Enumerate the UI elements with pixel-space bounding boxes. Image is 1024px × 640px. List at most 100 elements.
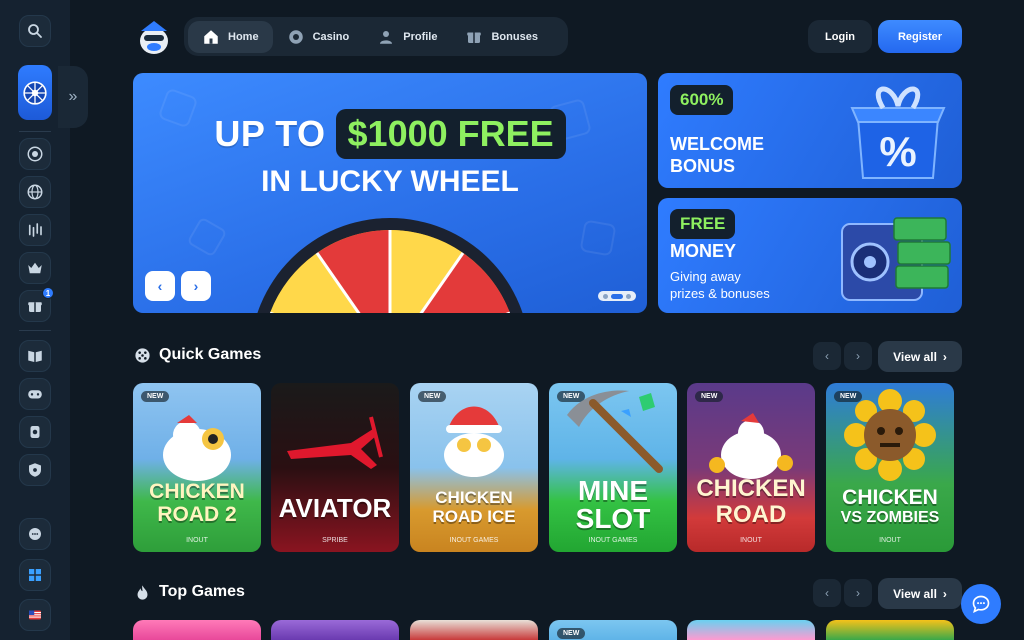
chevron-left-icon: ‹ (157, 278, 163, 294)
game-title-line: CHICKEN (149, 480, 245, 503)
safe-money-illustration (841, 217, 951, 301)
chat-bubbles-icon (29, 528, 41, 540)
tab-home[interactable]: Home (188, 20, 273, 53)
game-title-line: MINE (578, 475, 648, 506)
dice-icon (135, 347, 150, 363)
top-game-card[interactable] (410, 620, 538, 640)
game-card-aviator[interactable]: AVIATOR SPRIBE (271, 383, 399, 552)
shield-icon (29, 463, 41, 477)
hero-next-button[interactable]: › (181, 271, 211, 301)
top-game-card[interactable] (826, 620, 954, 640)
sidebar-item-bonuses[interactable]: 1 (19, 287, 54, 322)
promo-title-line: BONUS (670, 156, 736, 176)
promo-subtitle: Giving away prizes & bonuses (670, 268, 770, 302)
sidebar-item-live[interactable] (19, 176, 51, 208)
top-games-prev-button[interactable]: ‹ (813, 579, 841, 607)
top-games-view-all-button[interactable]: View all › (878, 578, 962, 609)
chip-icon (27, 146, 43, 162)
bonus-count-badge: 1 (42, 287, 54, 299)
chevron-right-icon: › (942, 586, 947, 601)
carousel-dot[interactable] (626, 293, 631, 299)
game-provider: INOUT (186, 537, 208, 544)
view-all-label: View all (893, 586, 937, 601)
pickaxe-illustration (567, 390, 663, 473)
sidebar-item-games[interactable] (19, 378, 51, 410)
lucky-wheel-button[interactable] (18, 65, 52, 120)
top-game-card[interactable]: NEW (549, 620, 677, 640)
chicken-illustration (709, 413, 793, 479)
svg-text:%: % (879, 128, 916, 175)
game-title: CHICKEN VS ZOMBIES (826, 487, 954, 526)
promo-subtitle-line: Giving away (670, 269, 741, 284)
login-button[interactable]: Login (808, 20, 872, 53)
carousel-dots[interactable] (598, 291, 636, 301)
quick-games-view-all-button[interactable]: View all › (878, 341, 962, 372)
section-title-text: Quick Games (159, 346, 262, 363)
home-icon (204, 29, 218, 44)
promo-free-money[interactable]: FREE MONEY Giving away prizes & bonuses (658, 198, 962, 313)
sidebar-item-vip[interactable] (19, 252, 51, 284)
register-button[interactable]: Register (878, 20, 962, 53)
game-card-chicken-road-ice[interactable]: NEW CHICKEN ROAD ICE INOUT GAMES (410, 383, 538, 552)
promo-tag: 600% (670, 85, 734, 115)
user-icon (380, 30, 393, 44)
top-game-card[interactable] (687, 620, 815, 640)
sidebar-item-sports[interactable] (19, 214, 51, 246)
live-chat-button[interactable] (961, 584, 1001, 624)
hero-banner[interactable]: UP TO $1000 FREE IN LUCKY WHEEL ‹ › (133, 73, 647, 313)
sidebar-item-news[interactable] (19, 340, 51, 372)
hero-prev-button[interactable]: ‹ (145, 271, 175, 301)
game-title-line: CHICKEN (842, 486, 938, 509)
chevron-right-icon: › (856, 586, 860, 600)
sidebar-item-windows-app[interactable] (19, 559, 51, 591)
game-card-chicken-road[interactable]: NEW CHICKEN ROAD INOUT (687, 383, 815, 552)
game-card-chicken-vs-zombies[interactable]: NEW CHICKEN VS ZOMBIES INOUT (826, 383, 954, 552)
game-title: MINE SLOT (549, 477, 677, 533)
site-logo[interactable] (136, 17, 172, 55)
globe-icon (27, 184, 43, 200)
top-games-next-button[interactable]: › (844, 579, 872, 607)
promo-welcome-bonus[interactable]: 600% WELCOME BONUS % (658, 73, 962, 188)
sidebar-item-casino[interactable] (19, 138, 51, 170)
main-nav: Home Casino Profile Bonuses (184, 17, 568, 56)
sidebar: » 1 (0, 0, 88, 640)
new-badge: NEW (695, 391, 724, 402)
windows-icon (29, 569, 41, 581)
game-title-line: CHICKEN (696, 475, 806, 502)
chevron-right-icon: › (942, 349, 947, 364)
tab-casino[interactable]: Casino (273, 21, 364, 53)
sidebar-divider (19, 330, 51, 331)
top-game-card[interactable] (133, 620, 261, 640)
sidebar-item-support[interactable] (19, 518, 51, 550)
game-title: CHICKEN ROAD 2 (133, 481, 261, 525)
game-provider: INOUT (740, 537, 762, 544)
us-flag-icon (29, 610, 41, 620)
sidebar-item-tournaments[interactable] (19, 416, 51, 448)
sidebar-expand-button[interactable]: » (58, 66, 88, 128)
mascot-logo-icon (140, 21, 168, 54)
top-game-card[interactable] (271, 620, 399, 640)
quick-games-prev-button[interactable]: ‹ (813, 342, 841, 370)
hero-subheadline: IN LUCKY WHEEL (261, 165, 519, 198)
trophy-icon (30, 426, 40, 438)
language-selector[interactable] (19, 599, 51, 631)
chart-bars-icon (28, 223, 42, 237)
promo-tag: FREE (670, 209, 736, 239)
promo-title: MONEY (670, 241, 737, 261)
gift-box-illustration: % (850, 86, 946, 179)
gift-icon (28, 302, 42, 312)
search-button[interactable] (19, 15, 51, 47)
tab-bonuses[interactable]: Bonuses (451, 21, 551, 53)
carousel-dot[interactable] (603, 293, 608, 299)
game-card-mine-slot[interactable]: NEW MINE SLOT INOUT GAMES (549, 383, 677, 552)
double-chevron-right-icon: » (68, 88, 78, 105)
game-title-line: SLOT (575, 503, 651, 534)
carousel-dot-active[interactable] (611, 293, 623, 299)
book-icon (28, 350, 42, 362)
chevron-left-icon: ‹ (825, 586, 829, 600)
quick-games-next-button[interactable]: › (844, 342, 872, 370)
sidebar-item-security[interactable] (19, 454, 51, 486)
tab-profile[interactable]: Profile (363, 21, 451, 53)
game-title: CHICKEN ROAD (687, 477, 815, 527)
game-card-chicken-road-2[interactable]: NEW CHICKEN ROAD 2 INOUT (133, 383, 261, 552)
